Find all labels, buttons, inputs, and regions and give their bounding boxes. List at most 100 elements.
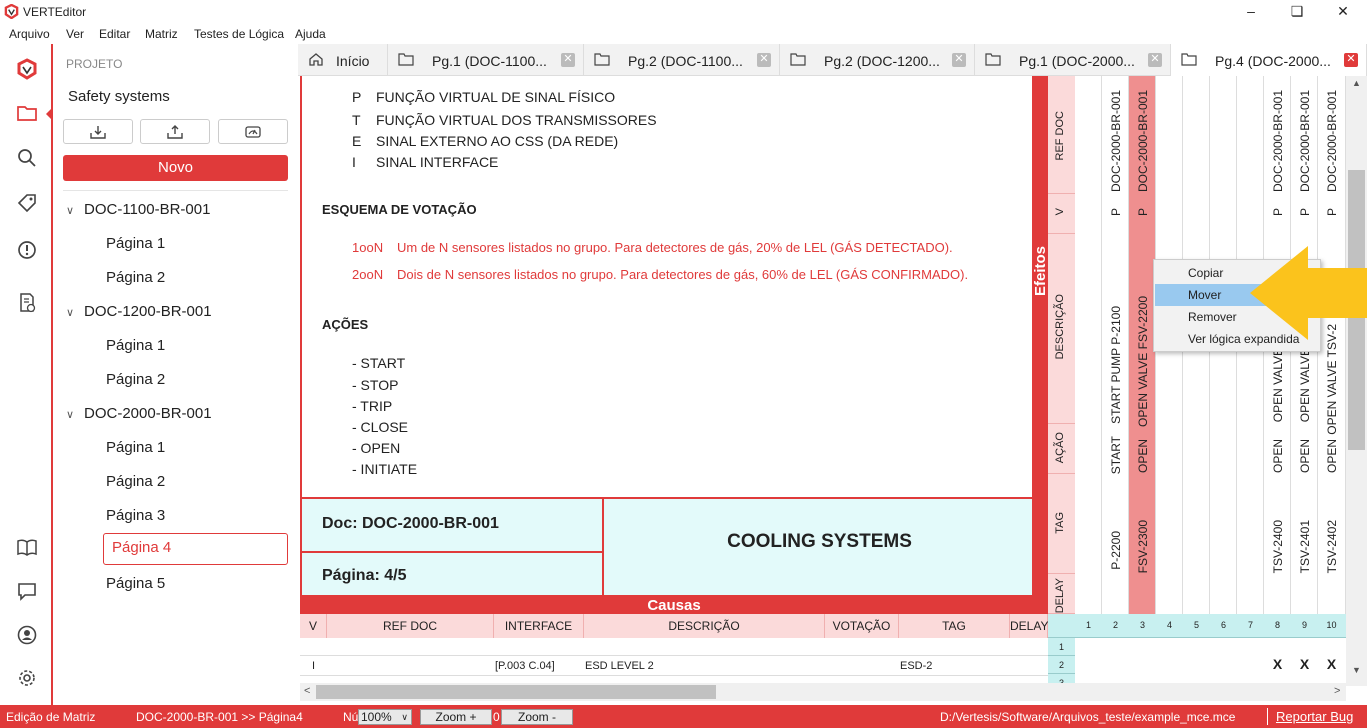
row-number[interactable]: 1: [1048, 638, 1075, 656]
zoom-select[interactable]: 100% ∨: [358, 709, 412, 725]
tab-page[interactable]: Pg.1 (DOC-2000... ✕: [975, 44, 1171, 76]
settings-gear-icon[interactable]: [14, 665, 40, 691]
tree-page[interactable]: Página 2: [106, 269, 165, 286]
column-header[interactable]: INTERFACE: [494, 614, 584, 638]
scroll-down-icon[interactable]: ▼: [1352, 665, 1361, 675]
legend-item: I SINAL INTERFACE: [352, 154, 498, 170]
effect-column-highlighted[interactable]: DOC-2000-BR-001 P OPEN VALVE FSV-2200 OP…: [1129, 76, 1156, 614]
alert-icon[interactable]: [14, 237, 40, 263]
menu-matriz[interactable]: Matriz: [145, 27, 178, 41]
col-number[interactable]: 5: [1183, 620, 1210, 630]
intersection-mark[interactable]: X: [1264, 656, 1291, 672]
menu-ver[interactable]: Ver: [66, 27, 84, 41]
col-number[interactable]: 7: [1237, 620, 1264, 630]
close-window-button[interactable]: ✕: [1320, 0, 1366, 24]
actions-title: AÇÕES: [322, 317, 369, 332]
effect-column[interactable]: [1075, 76, 1102, 614]
col-number[interactable]: 6: [1210, 620, 1237, 630]
doc-label: DOC-2000-BR-001: [84, 405, 212, 422]
new-button[interactable]: Novo: [63, 155, 288, 181]
row-label: DELAY: [1048, 574, 1075, 614]
chat-icon[interactable]: [14, 578, 40, 604]
menu-ajuda[interactable]: Ajuda: [295, 27, 326, 41]
tag-icon[interactable]: [14, 190, 40, 216]
tree-page[interactable]: Página 1: [106, 235, 165, 252]
intersection-mark[interactable]: X: [1291, 656, 1318, 672]
close-tab-icon[interactable]: ✕: [1148, 53, 1162, 67]
column-header[interactable]: REF DOC: [327, 614, 494, 638]
document-check-icon[interactable]: [14, 290, 40, 316]
tree-doc-2000[interactable]: ∨ DOC-2000-BR-001: [66, 405, 212, 422]
menu-bar: Arquivo Ver Editar Matriz Testes de Lógi…: [0, 24, 1367, 44]
folder-icon: [985, 53, 1001, 66]
report-bug-link[interactable]: Reportar Bug: [1276, 709, 1353, 724]
close-tab-icon[interactable]: ✕: [952, 53, 966, 67]
col-number[interactable]: 4: [1156, 620, 1183, 630]
home-logo-icon[interactable]: [14, 56, 40, 82]
column-header[interactable]: TAG: [899, 614, 1010, 638]
col-tag: TSV-2400: [1271, 520, 1285, 574]
row-number[interactable]: 2: [1048, 656, 1075, 674]
chevron-down-icon: ∨: [66, 205, 75, 217]
tree-page[interactable]: Página 1: [106, 439, 165, 456]
tree-doc-1100[interactable]: ∨ DOC-1100-BR-001: [66, 201, 210, 218]
col-tag: P-2200: [1109, 531, 1123, 570]
col-number[interactable]: 8: [1264, 620, 1291, 630]
table-row[interactable]: I [P.003 C.04] ESD LEVEL 2 ESD-2: [300, 656, 1048, 676]
menu-editar[interactable]: Editar: [99, 27, 130, 41]
col-number[interactable]: 1: [1075, 620, 1102, 630]
close-tab-icon[interactable]: ✕: [561, 53, 575, 67]
dashboard-button[interactable]: [218, 119, 288, 144]
minimize-button[interactable]: –: [1228, 0, 1274, 24]
close-tab-icon[interactable]: ✕: [757, 53, 771, 67]
table-row[interactable]: [300, 638, 1048, 656]
column-header[interactable]: V: [300, 614, 327, 638]
scroll-left-icon[interactable]: <: [304, 685, 310, 697]
search-icon[interactable]: [14, 145, 40, 171]
col-number[interactable]: 10: [1318, 620, 1345, 630]
user-icon[interactable]: [14, 622, 40, 648]
export-button[interactable]: [140, 119, 210, 144]
intersection-mark[interactable]: X: [1318, 656, 1345, 672]
tree-page[interactable]: Página 3: [106, 507, 165, 524]
tree-page[interactable]: Página 1: [106, 337, 165, 354]
tree-page-selected[interactable]: Página 4: [103, 533, 288, 565]
tab-inicio[interactable]: Início: [298, 44, 388, 76]
column-header[interactable]: DESCRIÇÃO: [584, 614, 825, 638]
legend-item: E SINAL EXTERNO AO CSS (DA REDE): [352, 133, 618, 149]
tab-page-active[interactable]: Pg.4 (DOC-2000... ✕: [1171, 44, 1367, 76]
book-icon[interactable]: [14, 534, 40, 560]
column-header[interactable]: VOTAÇÃO: [825, 614, 899, 638]
zoom-in-button[interactable]: Zoom +: [420, 709, 492, 725]
row-number-column: 1 2 3: [1048, 638, 1075, 692]
effect-column[interactable]: DOC-2000-BR-001 P OPEN VALVE TSV-2 OPEN …: [1318, 76, 1346, 614]
scroll-thumb[interactable]: [316, 685, 716, 699]
tab-page[interactable]: Pg.1 (DOC-1100... ✕: [388, 44, 584, 76]
col-number[interactable]: 3: [1129, 620, 1156, 630]
divider: [302, 551, 602, 553]
effect-column[interactable]: DOC-2000-BR-001 P START PUMP P-2100 STAR…: [1102, 76, 1129, 614]
tree-page[interactable]: Página 2: [106, 371, 165, 388]
tab-page[interactable]: Pg.2 (DOC-1200... ✕: [780, 44, 975, 76]
horizontal-scrollbar[interactable]: < >: [300, 683, 1346, 701]
tree-page[interactable]: Página 5: [106, 575, 165, 592]
doc-code: Doc: DOC-2000-BR-001: [322, 515, 499, 532]
col-number[interactable]: 9: [1291, 620, 1318, 630]
col-desc: OPEN VALVE TSV-2: [1325, 324, 1339, 435]
tab-page[interactable]: Pg.2 (DOC-1100... ✕: [584, 44, 780, 76]
folder-icon[interactable]: [14, 100, 40, 126]
menu-testes-logica[interactable]: Testes de Lógica: [194, 27, 284, 41]
active-indicator: [46, 108, 52, 120]
restore-button[interactable]: ❏: [1274, 0, 1320, 24]
tree-page[interactable]: Página 2: [106, 473, 165, 490]
column-header[interactable]: DELAY: [1010, 614, 1048, 638]
scroll-right-icon[interactable]: >: [1334, 685, 1340, 697]
tree-doc-1200[interactable]: ∨ DOC-1200-BR-001: [66, 303, 212, 320]
scroll-up-icon[interactable]: ▲: [1352, 78, 1361, 88]
import-button[interactable]: [63, 119, 133, 144]
col-number[interactable]: 2: [1102, 620, 1129, 630]
close-tab-icon[interactable]: ✕: [1344, 53, 1358, 67]
menu-arquivo[interactable]: Arquivo: [9, 27, 50, 41]
vertical-scrollbar[interactable]: ▲ ▼: [1346, 76, 1367, 686]
zoom-out-button[interactable]: Zoom -: [501, 709, 573, 725]
